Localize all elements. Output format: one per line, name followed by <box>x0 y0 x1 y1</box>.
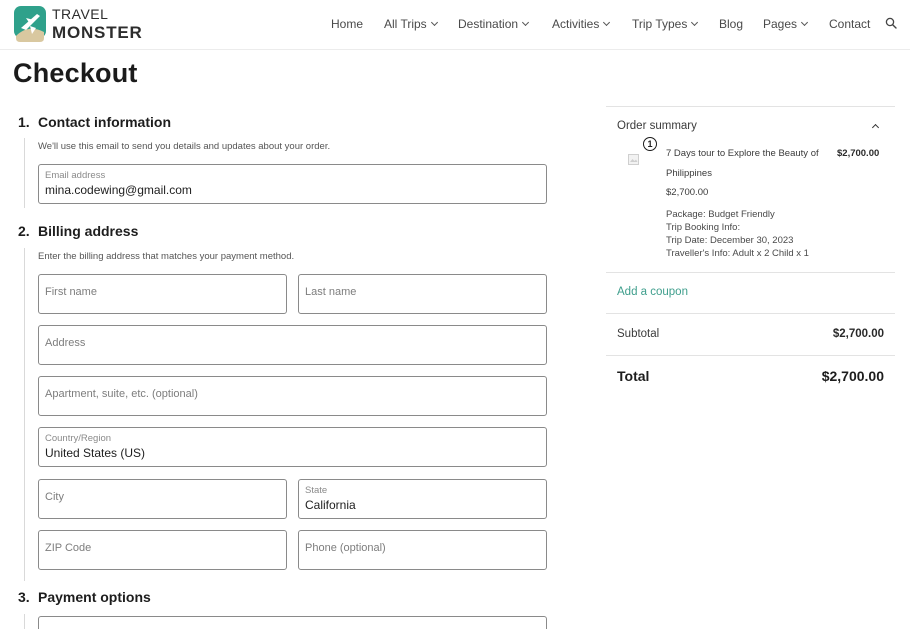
city-field[interactable]: City <box>38 479 287 519</box>
nav-item-destination[interactable]: Destination <box>458 17 530 31</box>
summary-divider <box>606 272 895 273</box>
quantity-badge: 1 <box>643 137 657 151</box>
apartment-field[interactable]: Apartment, suite, etc. (optional) <box>38 376 547 416</box>
chevron-down-icon <box>522 18 530 27</box>
section-divider-line <box>24 614 25 629</box>
add-coupon-link[interactable]: Add a coupon <box>617 286 688 298</box>
chevron-up-icon[interactable] <box>871 123 880 132</box>
subtotal-label: Subtotal <box>617 328 660 340</box>
order-item-booking-info: Trip Booking Info: <box>666 222 741 233</box>
summary-divider <box>606 355 895 356</box>
order-summary-title[interactable]: Order summary <box>617 120 697 132</box>
email-field-label: Email address <box>45 170 106 181</box>
nav-item-home[interactable]: Home <box>331 17 363 31</box>
product-image-placeholder-icon <box>628 154 639 165</box>
email-field-value: mina.codewing@gmail.com <box>45 183 192 197</box>
payment-section-heading: 3. Payment options <box>18 589 151 605</box>
chevron-down-icon <box>800 18 809 27</box>
nav-item-trip-types[interactable]: Trip Types <box>632 17 699 31</box>
summary-divider <box>606 106 895 107</box>
page-title: Checkout <box>13 58 138 88</box>
billing-section-heading: 2. Billing address <box>18 223 139 239</box>
zip-field[interactable]: ZIP Code <box>38 530 287 570</box>
email-field[interactable]: Email address mina.codewing@gmail.com <box>38 164 547 204</box>
order-item-package: Package: Budget Friendly <box>666 209 775 220</box>
chevron-down-icon <box>430 18 438 27</box>
plane-logo-icon <box>14 6 46 42</box>
nav-item-blog[interactable]: Blog <box>719 17 743 31</box>
logo-text-travel: TRAVEL <box>52 6 109 22</box>
chevron-down-icon <box>603 18 611 27</box>
country-select[interactable]: Country/Region United States (US) <box>38 427 547 467</box>
total-label: Total <box>617 368 650 384</box>
search-icon[interactable] <box>885 17 897 29</box>
nav-item-pages[interactable]: Pages <box>763 17 809 31</box>
nav-item-activities[interactable]: Activities <box>552 17 611 31</box>
payment-options-box[interactable] <box>38 616 547 629</box>
site-logo[interactable]: TRAVEL MONSTER <box>14 6 143 42</box>
summary-divider <box>606 313 895 314</box>
contact-section-heading: 1. Contact information <box>18 114 171 130</box>
order-item-price: $2,700.00 <box>837 148 880 159</box>
contact-hint: We'll use this email to send you details… <box>38 141 331 152</box>
first-name-field[interactable]: First name <box>38 274 287 314</box>
nav-item-all-trips[interactable]: All Trips <box>384 17 438 31</box>
logo-text-monster: MONSTER <box>52 23 143 42</box>
subtotal-value: $2,700.00 <box>832 328 884 340</box>
phone-field[interactable]: Phone (optional) <box>298 530 547 570</box>
last-name-field[interactable]: Last name <box>298 274 547 314</box>
billing-hint: Enter the billing address that matches y… <box>38 251 295 262</box>
chevron-down-icon <box>691 18 699 27</box>
order-item-travellers: Traveller's Info: Adult x 2 Child x 1 <box>666 248 809 259</box>
order-item-trip-date: Trip Date: December 30, 2023 <box>666 235 794 246</box>
section-divider-line <box>24 248 25 581</box>
total-value: $2,700.00 <box>821 368 884 384</box>
order-item-name: 7 Days tour to Explore the Beauty of Phi… <box>666 148 819 179</box>
address-field[interactable]: Address <box>38 325 547 365</box>
main-nav: Home All Trips Destination Activities Tr… <box>331 17 897 33</box>
nav-item-contact[interactable]: Contact <box>829 17 870 31</box>
order-item-unit-price: $2,700.00 <box>666 187 709 198</box>
section-divider-line <box>24 138 25 208</box>
state-select[interactable]: State California <box>298 479 547 519</box>
site-header: TRAVEL MONSTER Home All Trips Destinatio… <box>0 0 910 50</box>
